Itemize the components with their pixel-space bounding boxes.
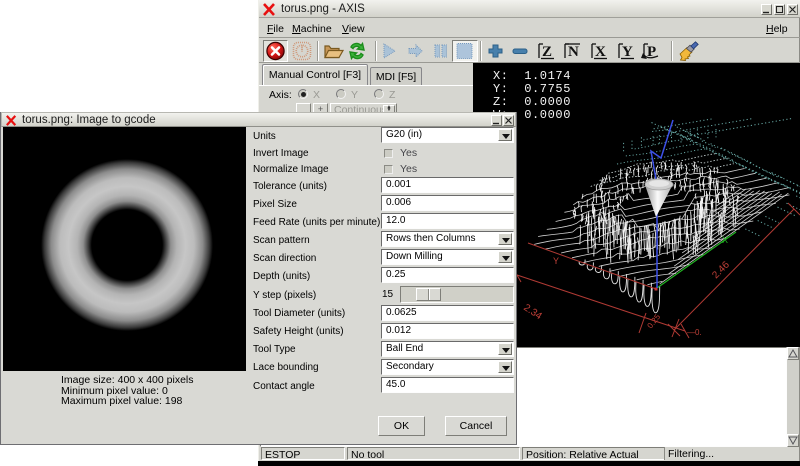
svg-text:2.34: 2.34 (521, 302, 544, 322)
svg-text:X: X (722, 235, 728, 245)
svg-text:Z: Z (542, 44, 552, 60)
svg-text:Y: Y (553, 256, 559, 266)
svg-text:2.46: 2.46 (710, 259, 732, 281)
svg-text:N: N (568, 44, 579, 60)
svg-text:P: P (647, 44, 656, 60)
svg-text:Y: Y (622, 44, 633, 60)
svg-text:X: X (595, 44, 606, 60)
svg-text:0.25: 0.25 (645, 312, 662, 330)
svg-text:—0.: —0. (687, 328, 702, 337)
